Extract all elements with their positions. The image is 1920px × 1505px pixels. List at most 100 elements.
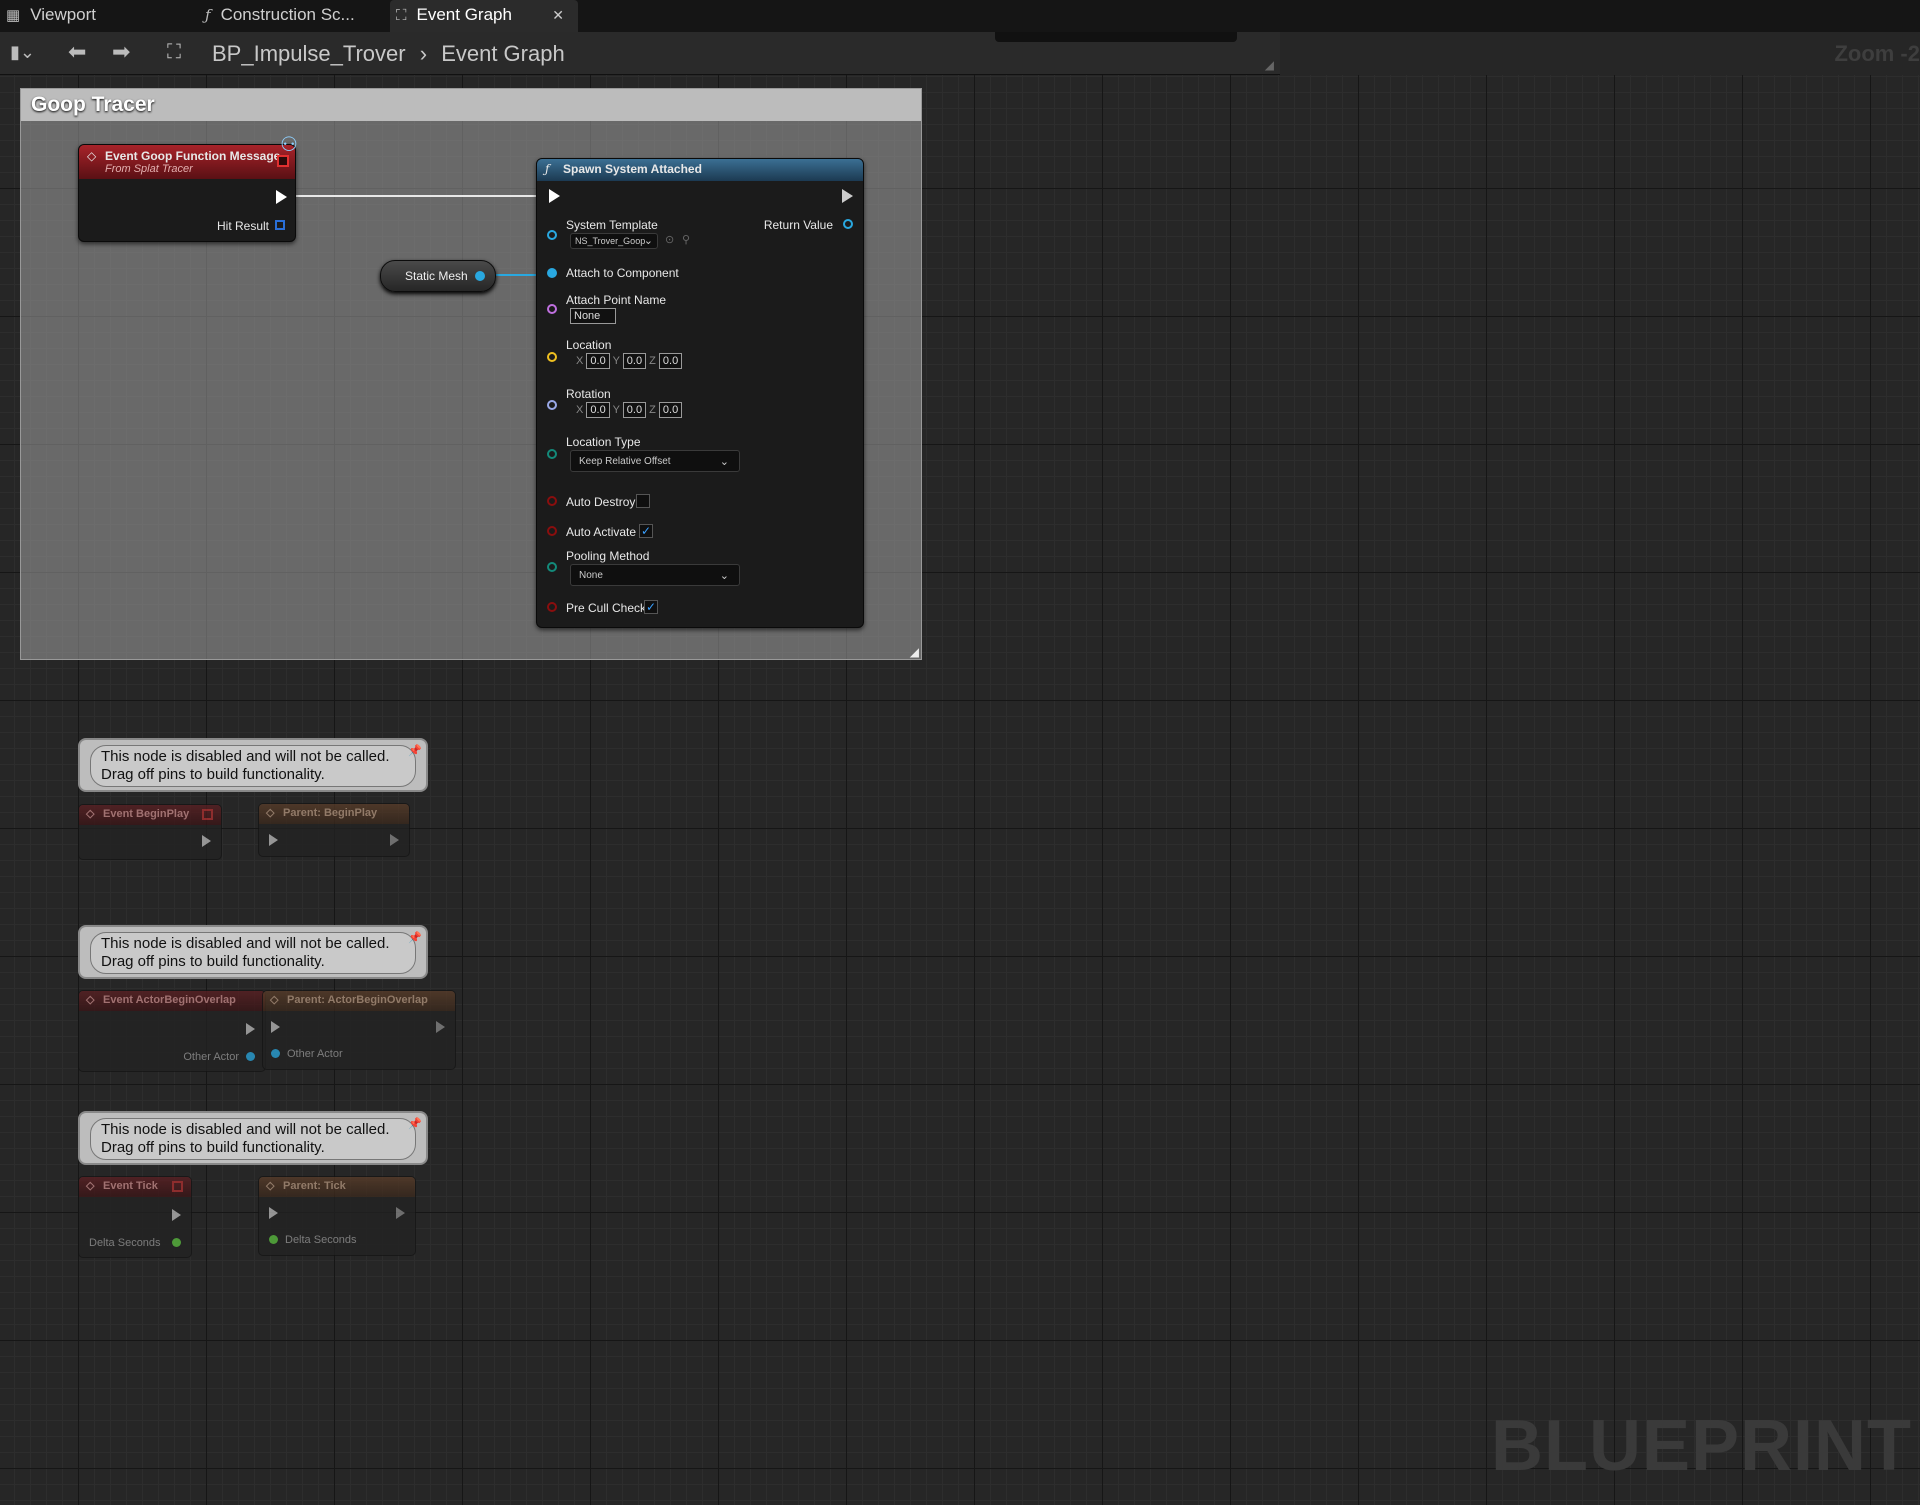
resize-grip-icon[interactable]: ◢ <box>1265 58 1274 72</box>
pooling-method-pin[interactable] <box>547 562 557 572</box>
exec-in-pin[interactable] <box>549 189 560 203</box>
rotation-z-input[interactable]: 0.0 <box>658 402 683 418</box>
pin-icon[interactable]: 📌 <box>408 742 422 760</box>
event-goop-function-message-node[interactable]: ◇ Event Goop Function Message From Splat… <box>78 144 296 242</box>
exec-in-pin[interactable] <box>271 1021 280 1033</box>
system-template-pin[interactable] <box>547 230 557 240</box>
object-out-pin[interactable] <box>475 271 485 281</box>
event-icon: ◇ <box>86 808 95 820</box>
location-x-input[interactable]: 0.0 <box>586 353 610 369</box>
disabled-message-line1: This node is disabled and will not be ca… <box>101 1121 390 1138</box>
breadcrumb-blueprint[interactable]: BP_Impulse_Trover <box>212 41 406 66</box>
node-header: ◇ Parent: Tick <box>259 1177 415 1197</box>
event-beginplay-node[interactable]: ◇ Event BeginPlay <box>78 804 222 860</box>
axis-x-label: X <box>576 404 584 416</box>
static-mesh-variable-node[interactable]: Static Mesh <box>380 260 496 292</box>
close-icon[interactable]: ✕ <box>552 0 564 30</box>
location-type-dropdown[interactable]: Keep Relative Offset ⌄ <box>570 450 740 472</box>
bookmark-icon[interactable]: ▮⌄ <box>10 41 35 63</box>
disabled-message-line1: This node is disabled and will not be ca… <box>101 935 390 952</box>
auto-destroy-pin[interactable] <box>547 496 557 506</box>
forward-arrow-icon[interactable]: ➡ <box>112 41 130 63</box>
use-selected-icon[interactable]: ⊙ <box>665 233 674 246</box>
location-z-input[interactable]: 0.0 <box>658 353 683 369</box>
auto-activate-pin[interactable] <box>547 526 557 536</box>
parent-beginplay-node[interactable]: ◇ Parent: BeginPlay <box>258 803 410 857</box>
pooling-method-value: None <box>579 570 603 581</box>
call-parent-icon: ◇ <box>270 994 279 1006</box>
exec-out-pin[interactable] <box>202 835 211 847</box>
axis-z-label: Z <box>649 404 656 416</box>
exec-in-pin[interactable] <box>269 1207 278 1219</box>
tab-construction-script[interactable]: ƒ Construction Sc... <box>205 0 355 32</box>
call-parent-icon: ◇ <box>266 1180 275 1192</box>
exec-out-pin[interactable] <box>390 834 399 846</box>
delegate-pin-icon[interactable] <box>202 809 213 820</box>
viewport-icon: ▦ <box>6 7 21 24</box>
other-actor-pin[interactable] <box>271 1049 280 1058</box>
auto-activate-checkbox[interactable]: ✓ <box>639 524 653 538</box>
attach-point-name-input[interactable]: None <box>570 308 616 324</box>
chevron-down-icon: ⌄ <box>643 235 653 247</box>
breadcrumb-graph[interactable]: Event Graph <box>441 41 565 66</box>
exec-out-pin[interactable] <box>246 1023 255 1035</box>
axis-x-label: X <box>576 355 584 367</box>
node-header: ◇ Event BeginPlay <box>79 805 221 825</box>
delta-seconds-pin[interactable] <box>269 1235 278 1244</box>
tab-viewport[interactable]: ▦ Viewport <box>6 0 96 32</box>
tab-bar: ▦ Viewport ƒ Construction Sc... ⛶ Event Gra… <box>0 0 1920 32</box>
axis-y-label: Y <box>612 355 620 367</box>
object-wire <box>490 274 538 276</box>
event-actorbeginoverlap-node[interactable]: ◇ Event ActorBeginOverlap Other Actor <box>78 990 266 1072</box>
rotation-x-input[interactable]: 0.0 <box>586 402 610 418</box>
disabled-message-line2: Drag off pins to build functionality. <box>101 766 325 783</box>
tab-event-graph[interactable]: ⛶ Event Graph ✕ <box>390 0 578 32</box>
exec-out-pin[interactable] <box>396 1207 405 1219</box>
disabled-node-comment: This node is disabled and will not be ca… <box>78 738 428 792</box>
event-tick-node[interactable]: ◇ Event Tick Delta Seconds <box>78 1176 192 1258</box>
pin-icon[interactable]: 📌 <box>408 929 422 947</box>
return-value-pin[interactable] <box>843 219 853 229</box>
delta-seconds-pin[interactable] <box>172 1238 181 1247</box>
exec-out-pin[interactable] <box>276 190 287 204</box>
attach-point-name-pin[interactable] <box>547 304 557 314</box>
message-interface-icon: ⚇ <box>280 134 298 156</box>
struct-pin-icon[interactable] <box>275 220 285 230</box>
attach-point-name-label: Attach Point Name <box>566 293 667 307</box>
exec-out-pin[interactable] <box>842 189 853 203</box>
spawn-system-attached-node[interactable]: ƒ Spawn System Attached System Template … <box>536 158 864 628</box>
static-mesh-label: Static Mesh <box>405 269 468 283</box>
parent-actorbeginoverlap-node[interactable]: ◇ Parent: ActorBeginOverlap Other Actor <box>262 990 456 1070</box>
event-icon: ◇ <box>86 994 95 1006</box>
rotation-pin[interactable] <box>547 400 557 410</box>
location-y-input[interactable]: 0.0 <box>622 353 647 369</box>
delegate-pin-icon[interactable] <box>172 1181 183 1192</box>
other-actor-label: Other Actor <box>183 1051 239 1063</box>
attach-to-component-pin[interactable] <box>547 268 557 278</box>
other-actor-pin[interactable] <box>246 1052 255 1061</box>
comment-title[interactable]: Goop Tracer <box>21 89 921 121</box>
blueprint-watermark: BLUEPRINT <box>1491 1406 1912 1486</box>
comment-resize-icon[interactable]: ◢ <box>910 645 919 659</box>
system-template-dropdown[interactable]: NS_Trover_Goop ⌄ <box>570 233 658 249</box>
exec-out-pin[interactable] <box>436 1021 445 1033</box>
exec-in-pin[interactable] <box>269 834 278 846</box>
parent-tick-node[interactable]: ◇ Parent: Tick Delta Seconds <box>258 1176 416 1256</box>
auto-destroy-checkbox[interactable] <box>636 494 650 508</box>
node-title: Event BeginPlay <box>103 808 190 820</box>
browse-search-icon[interactable]: ⚲ <box>682 233 690 246</box>
pin-icon[interactable]: 📌 <box>408 1115 422 1133</box>
pooling-method-dropdown[interactable]: None ⌄ <box>570 564 740 586</box>
rotation-y-input[interactable]: 0.0 <box>622 402 647 418</box>
location-pin[interactable] <box>547 352 557 362</box>
location-type-pin[interactable] <box>547 449 557 459</box>
back-arrow-icon[interactable]: ⬅ <box>68 41 86 63</box>
location-label: Location <box>566 338 612 352</box>
graph-toolbar: ▮⌄ ⬅ ➡ ⛶ ◢ <box>0 32 1280 75</box>
pre-cull-check-pin[interactable] <box>547 602 557 612</box>
disabled-message: This node is disabled and will not be ca… <box>90 745 416 787</box>
zoom-level: Zoom -2 <box>1834 41 1920 66</box>
node-title: Event Tick <box>103 1180 158 1192</box>
exec-out-pin[interactable] <box>172 1209 181 1221</box>
pre-cull-check-checkbox[interactable]: ✓ <box>644 600 658 614</box>
